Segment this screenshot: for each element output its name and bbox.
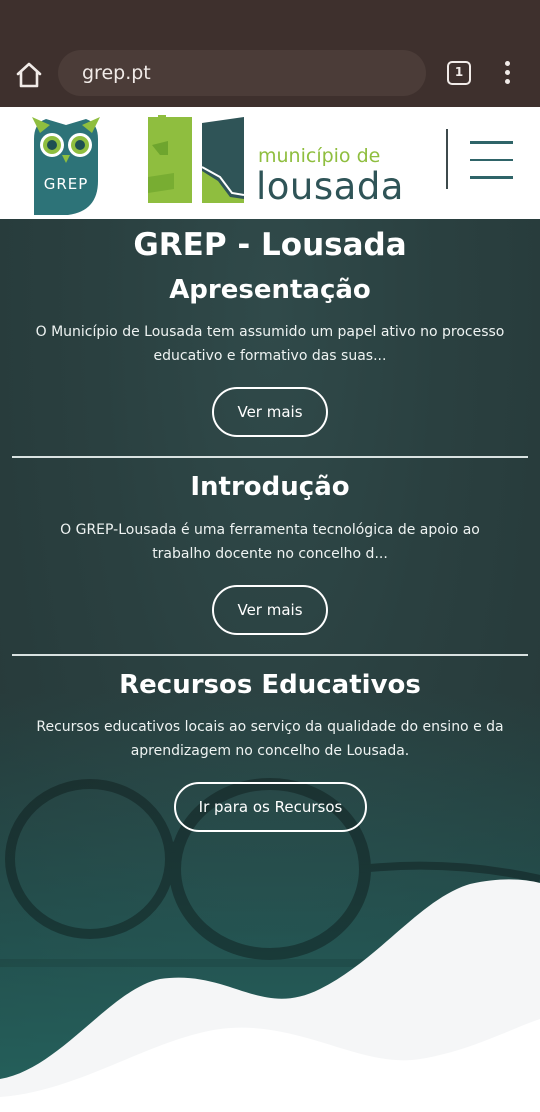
section-divider (12, 654, 528, 656)
section-text-recursos: Recursos educativos locais ao serviço da… (36, 719, 504, 759)
grep-owl-logo[interactable]: GREP (28, 111, 104, 217)
section-divider (12, 456, 528, 458)
municipality-label: município de (258, 145, 381, 167)
ir-para-recursos-button[interactable]: Ir para os Recursos (174, 782, 367, 832)
ver-mais-apresentacao-button[interactable]: Ver mais (212, 387, 328, 437)
section-title-introducao: Introdução (190, 472, 350, 502)
section-text-apresentacao: O Município de Lousada tem assumido um p… (35, 324, 505, 364)
hamburger-menu-icon[interactable] (470, 141, 513, 179)
hero-section: GREP - Lousada Apresentação O Município … (0, 219, 540, 1112)
site-title: GREP - Lousada (133, 227, 407, 263)
municipality-name: lousada (256, 165, 404, 208)
section-text-introducao: O GREP-Lousada é uma ferramenta tecnológ… (60, 522, 480, 562)
section-title-apresentacao: Apresentação (169, 275, 371, 305)
municipality-emblem[interactable] (146, 113, 246, 209)
home-icon[interactable] (12, 58, 46, 92)
address-bar[interactable]: grep.pt (58, 50, 426, 96)
browser-menu-icon[interactable] (497, 61, 517, 87)
url-text: grep.pt (82, 62, 151, 84)
site-header: GREP município de lousada (0, 107, 540, 219)
ver-mais-introducao-button[interactable]: Ver mais (212, 585, 328, 635)
decorative-wave (0, 879, 540, 1112)
status-bar (0, 0, 540, 48)
tabs-button[interactable]: 1 (447, 61, 471, 85)
browser-toolbar: grep.pt 1 (0, 48, 540, 102)
section-title-recursos: Recursos Educativos (119, 670, 421, 700)
browser-chrome: grep.pt 1 (0, 0, 540, 107)
grep-logo-text: GREP (43, 175, 89, 193)
header-divider (446, 129, 448, 189)
